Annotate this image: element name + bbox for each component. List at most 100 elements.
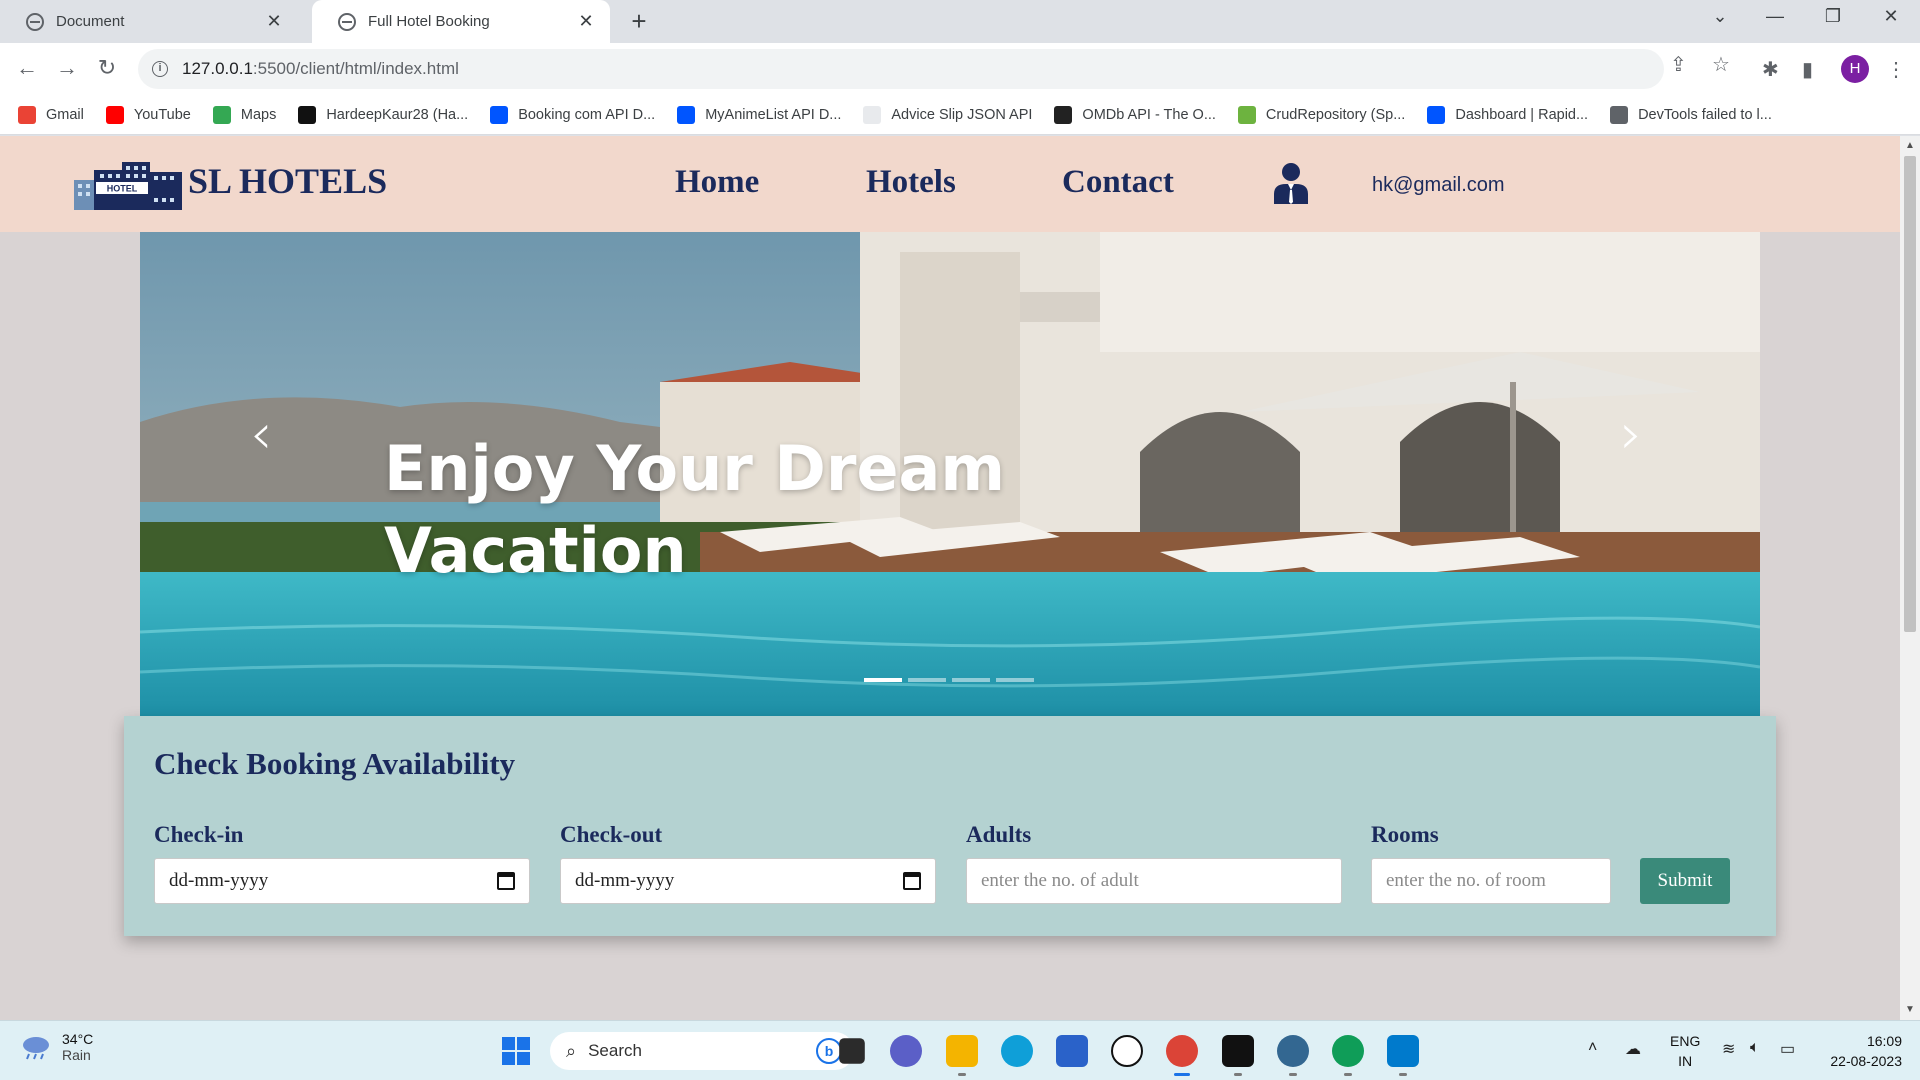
share-icon[interactable]: ⇪	[1670, 52, 1687, 77]
intellij-icon[interactable]	[1222, 1035, 1254, 1076]
gmail-icon	[18, 105, 36, 124]
bookmark-item[interactable]: Dashboard | Rapid...	[1427, 105, 1588, 124]
side-panel-icon[interactable]: ▮	[1802, 57, 1813, 82]
user-icon[interactable]	[1272, 162, 1310, 204]
browser-tab-strip: Document ✕ Full Hotel Booking ✕ + ⌄ — ❐ …	[0, 0, 1920, 43]
nav-home[interactable]: Home	[675, 164, 759, 201]
microsoft-store-icon[interactable]	[1056, 1035, 1088, 1067]
carousel-next-button[interactable]: ›	[1620, 402, 1642, 467]
reload-button[interactable]: ↻	[92, 55, 122, 81]
tab-document[interactable]: Document ✕	[0, 0, 298, 43]
user-email[interactable]: hk@gmail.com	[1372, 174, 1505, 197]
clock-date: 22-08-2023	[1830, 1053, 1902, 1069]
spring-icon	[1237, 105, 1256, 124]
hotel-logo-icon[interactable]: HOTEL	[74, 158, 182, 210]
taskbar-search[interactable]: ⌕ Search b	[550, 1032, 854, 1070]
language-indicator[interactable]: ENG IN	[1670, 1031, 1700, 1071]
checkout-value: dd-mm-yyyy	[575, 870, 675, 891]
bookmark-label: Advice Slip JSON API	[891, 106, 1033, 123]
volume-icon[interactable]: 🔈︎	[1750, 1039, 1760, 1057]
new-tab-button[interactable]: +	[624, 6, 654, 37]
bing-icon[interactable]: b	[816, 1038, 842, 1064]
carousel-indicator[interactable]	[908, 678, 946, 682]
devtools-icon	[1610, 105, 1629, 124]
carousel-indicator[interactable]	[952, 678, 990, 682]
bookmark-star-icon[interactable]: ☆	[1712, 52, 1730, 77]
vscode-icon[interactable]	[1387, 1035, 1419, 1076]
hero-title: Enjoy Your Dream Vacation	[384, 432, 1005, 587]
clock[interactable]: 16:09 22-08-2023	[1822, 1031, 1902, 1071]
bookmark-label: HardeepKaur28 (Ha...	[326, 106, 469, 123]
windows-start-icon[interactable]	[502, 1037, 530, 1065]
carousel-prev-button[interactable]: ‹	[250, 402, 272, 467]
wifi-icon[interactable]: ≋	[1722, 1039, 1735, 1059]
tab-title: Full Hotel Booking	[368, 13, 490, 30]
bookmark-item[interactable]: MyAnimeList API D...	[677, 105, 842, 124]
bookmark-item[interactable]: Booking com API D...	[490, 105, 655, 124]
minimize-button[interactable]: —	[1755, 6, 1795, 27]
checkin-label: Check-in	[154, 822, 244, 847]
dell-icon[interactable]	[1111, 1035, 1143, 1067]
back-button[interactable]: ←	[12, 55, 42, 81]
rooms-placeholder: enter the no. of room	[1386, 870, 1546, 891]
checkout-date-input[interactable]: dd-mm-yyyy	[560, 858, 936, 904]
teams-chat-icon[interactable]	[890, 1035, 922, 1067]
bookmark-item[interactable]: Advice Slip JSON API	[863, 105, 1033, 124]
bookmark-item[interactable]: OMDb API - The O...	[1054, 105, 1216, 124]
bookmark-item[interactable]: Gmail	[18, 105, 84, 124]
page-scrollbar[interactable]: ▲ ▼	[1900, 136, 1920, 1020]
bookmark-item[interactable]: Maps	[212, 105, 277, 124]
chrome-icon[interactable]	[1166, 1035, 1198, 1076]
bookmark-item[interactable]: HardeepKaur28 (Ha...	[298, 105, 469, 124]
restore-button[interactable]: ❐	[1813, 6, 1853, 27]
weather-temperature: 34°C	[62, 1031, 94, 1047]
extensions-icon[interactable]: ✱	[1762, 57, 1779, 82]
url-host: 127.0.0.1	[182, 59, 253, 78]
bookmark-label: Maps	[240, 106, 277, 123]
taskbar-search-label: Search	[588, 1041, 642, 1060]
postgresql-icon[interactable]	[1277, 1035, 1309, 1076]
adults-input[interactable]: enter the no. of adult	[966, 858, 1342, 904]
booking-heading: Check Booking Availability	[154, 746, 516, 781]
site-info-icon[interactable]: i	[152, 61, 168, 77]
chrome-profile-icon[interactable]	[1332, 1035, 1364, 1076]
carousel-indicator[interactable]	[996, 678, 1034, 682]
bookmark-item[interactable]: YouTube	[105, 105, 191, 124]
github-icon	[298, 105, 317, 124]
submit-button[interactable]: Submit	[1640, 858, 1730, 904]
rooms-input[interactable]: enter the no. of room	[1371, 858, 1611, 904]
show-hidden-icons-icon[interactable]: ˄	[1588, 1039, 1597, 1057]
checkout-label: Check-out	[560, 822, 663, 847]
tab-search-icon[interactable]: ⌄	[1700, 6, 1740, 27]
nav-contact[interactable]: Contact	[1062, 164, 1174, 201]
bookmark-label: MyAnimeList API D...	[705, 106, 842, 123]
close-tab-icon[interactable]: ✕	[576, 11, 596, 32]
onedrive-icon[interactable]: ☁	[1625, 1039, 1641, 1059]
scroll-up-arrow[interactable]: ▲	[1905, 140, 1915, 151]
calendar-icon[interactable]	[497, 872, 515, 890]
weather-condition: Rain	[62, 1047, 91, 1063]
close-tab-icon[interactable]: ✕	[264, 11, 284, 32]
profile-avatar[interactable]: H	[1841, 55, 1869, 83]
calendar-icon[interactable]	[903, 872, 921, 890]
bookmark-item[interactable]: CrudRepository (Sp...	[1237, 105, 1405, 124]
tab-full-hotel-booking[interactable]: Full Hotel Booking ✕	[312, 0, 610, 43]
bookmark-item[interactable]: DevTools failed to l...	[1610, 105, 1772, 124]
scroll-down-arrow[interactable]: ▼	[1905, 1004, 1915, 1015]
rapidapi-icon	[490, 105, 509, 124]
menu-icon[interactable]: ⋮	[1886, 57, 1906, 82]
checkin-date-input[interactable]: dd-mm-yyyy	[154, 858, 530, 904]
nav-hotels[interactable]: Hotels	[866, 164, 956, 201]
edge-icon[interactable]	[1001, 1035, 1033, 1067]
forward-button[interactable]: →	[52, 55, 82, 81]
file-explorer-icon[interactable]	[946, 1035, 978, 1076]
rapidapi-icon	[1427, 105, 1446, 124]
task-view-icon[interactable]	[839, 1038, 865, 1064]
brand-name[interactable]: SL HOTELS	[188, 160, 387, 202]
weather-widget[interactable]: 34°C Rain	[20, 1031, 93, 1063]
close-window-button[interactable]: ✕	[1871, 6, 1911, 27]
scrollbar-thumb[interactable]	[1904, 156, 1916, 632]
carousel-indicator[interactable]	[864, 678, 902, 682]
battery-icon[interactable]: ▭	[1780, 1039, 1795, 1059]
address-bar[interactable]: i 127.0.0.1:5500/client/html/index.html	[138, 49, 1664, 89]
